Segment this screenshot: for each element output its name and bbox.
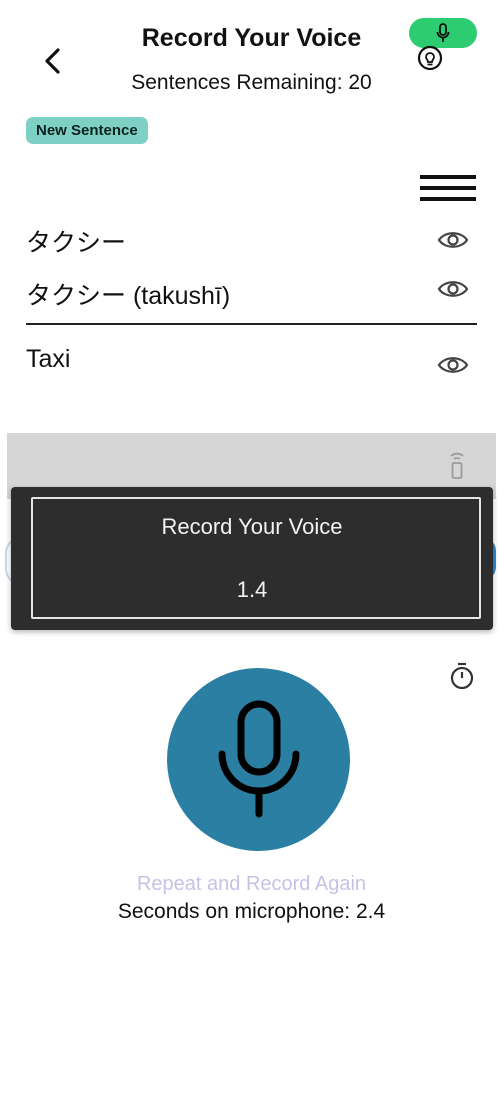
remote-control-icon — [450, 452, 464, 479]
microphone-icon — [218, 700, 299, 817]
sentence-translation: Taxi — [26, 345, 71, 373]
menu-button[interactable] — [420, 174, 476, 202]
stopwatch-icon — [450, 662, 474, 690]
toggle-native-visibility[interactable] — [437, 229, 469, 251]
lightbulb-icon — [417, 45, 443, 71]
toggle-romanized-visibility[interactable] — [437, 278, 469, 300]
hamburger-menu-icon — [420, 175, 476, 201]
remote-button[interactable] — [446, 449, 468, 479]
recording-dialog-title: Record Your Voice — [161, 514, 343, 539]
toggle-translation-visibility[interactable] — [437, 354, 469, 376]
seconds-on-microphone: Seconds on microphone: 2.4 — [117, 900, 386, 923]
recording-dialog-value: 1.4 — [236, 577, 268, 602]
new-sentence-button[interactable]: New Sentence — [26, 117, 148, 144]
eye-icon — [437, 281, 469, 297]
sentence-romanized: タクシー (takushī) — [26, 282, 231, 310]
repeat-record-link[interactable]: Repeat and Record Again — [0, 873, 503, 896]
sentences-remaining: Sentences Remaining: 20 — [131, 71, 372, 94]
timer-button[interactable] — [449, 662, 475, 690]
divider — [26, 323, 477, 325]
microphone-icon — [436, 23, 450, 42]
eye-icon — [437, 357, 469, 373]
hint-button[interactable] — [416, 44, 444, 72]
sentence-native: タクシー — [26, 229, 127, 257]
eye-icon — [437, 232, 469, 248]
record-button[interactable] — [167, 668, 350, 851]
